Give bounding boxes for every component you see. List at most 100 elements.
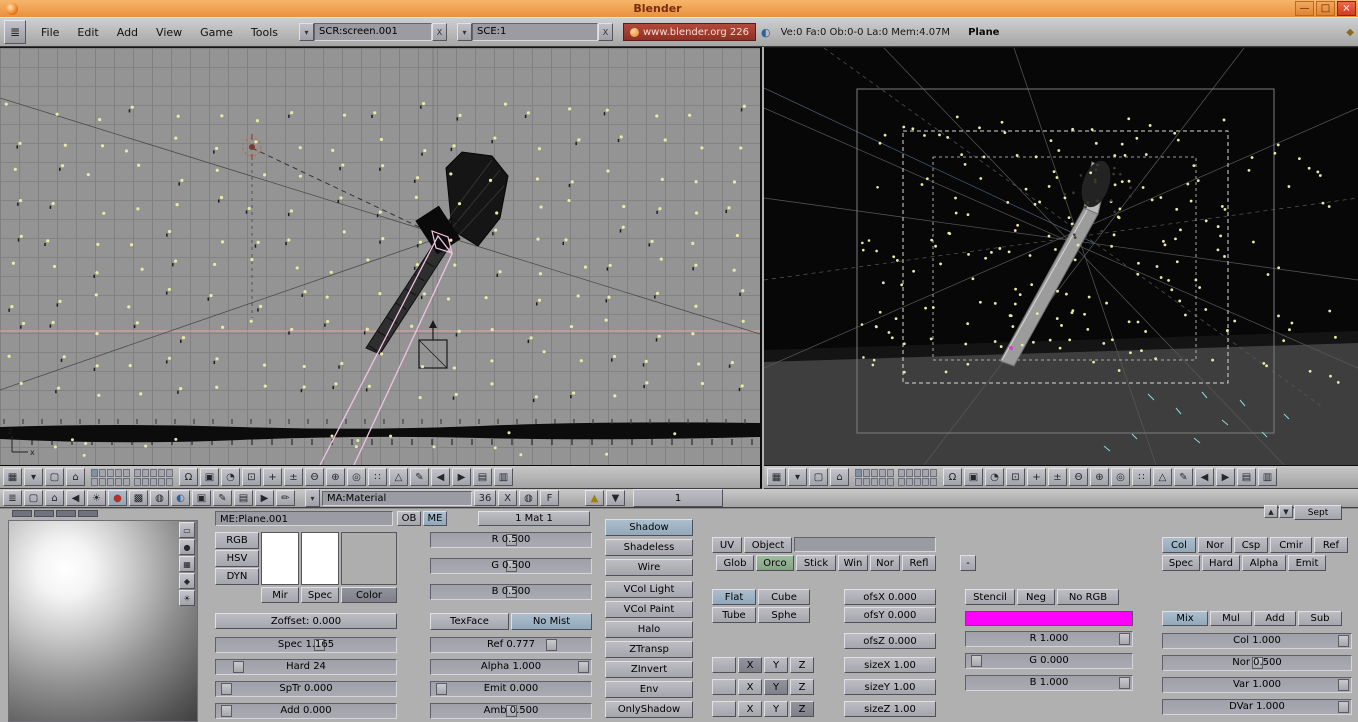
- mapto-hard-toggle[interactable]: Hard: [1202, 555, 1240, 571]
- color-swatch[interactable]: [261, 532, 299, 585]
- mesh-object-camera[interactable]: [999, 157, 1116, 367]
- tab-up-icon[interactable]: ▲: [1264, 505, 1278, 518]
- lock-icon[interactable]: Ω: [943, 468, 962, 486]
- axis-y3-button[interactable]: Y: [764, 701, 788, 717]
- ofsz-field[interactable]: ofsZ 0.000: [844, 633, 936, 649]
- mapto-spec-toggle[interactable]: Spec: [1162, 555, 1200, 571]
- axis-y1-button[interactable]: Y: [764, 657, 788, 673]
- sphe-button[interactable]: Sphe: [758, 607, 810, 623]
- particle-select-icon[interactable]: ∷: [368, 468, 387, 486]
- ztransp-toggle[interactable]: ZTransp: [605, 641, 693, 658]
- axis-blank-1[interactable]: [712, 657, 736, 673]
- mapto-color-swatch[interactable]: [965, 611, 1133, 626]
- spec-button[interactable]: Spec: [301, 587, 339, 603]
- object-icon[interactable]: ▣: [192, 490, 211, 506]
- window-type-icon[interactable]: ≣: [4, 20, 26, 44]
- step-back-icon[interactable]: ◀: [1195, 468, 1214, 486]
- hsv-mode-button[interactable]: HSV: [215, 550, 259, 567]
- manipulator-rotate-icon[interactable]: Θ: [305, 468, 324, 486]
- material-browse-icon[interactable]: ▾: [305, 489, 320, 507]
- editor-type-icon[interactable]: ▦: [767, 468, 786, 486]
- lamp-object[interactable]: [242, 134, 262, 160]
- world-icon[interactable]: ◐: [171, 490, 190, 506]
- mapto-g-slider[interactable]: G 0.000: [965, 653, 1133, 669]
- amb-slider[interactable]: Amb 0.500: [430, 703, 592, 719]
- lock-icon[interactable]: Ω: [179, 468, 198, 486]
- step-forward-icon[interactable]: ▶: [452, 468, 471, 486]
- add-blend-button[interactable]: Add: [1254, 611, 1296, 626]
- add-slider[interactable]: Add 0.000: [215, 703, 397, 719]
- editor-type-icon[interactable]: ▦: [3, 468, 22, 486]
- layers-widget[interactable]: [855, 468, 937, 486]
- manipulator-scale-icon[interactable]: ±: [284, 468, 303, 486]
- panel-tab-icon[interactable]: [78, 510, 98, 517]
- zinvert-toggle[interactable]: ZInvert: [605, 661, 693, 678]
- shadow-toggle[interactable]: Shadow: [605, 519, 693, 536]
- cube-button[interactable]: Cube: [758, 589, 810, 605]
- mesh-object[interactable]: [365, 151, 509, 355]
- home-icon[interactable]: ⌂: [45, 490, 64, 506]
- face-select-icon[interactable]: △: [1153, 468, 1172, 486]
- menu-add[interactable]: Add: [108, 26, 147, 39]
- scene-delete-button[interactable]: X: [598, 23, 613, 41]
- fake-user-button[interactable]: F: [540, 490, 559, 506]
- vcol-paint-toggle[interactable]: VCol Paint: [605, 601, 693, 618]
- menu-tools[interactable]: Tools: [242, 26, 287, 39]
- object-name-field[interactable]: [794, 537, 936, 552]
- face-select-icon[interactable]: △: [389, 468, 408, 486]
- mapto-nor-toggle[interactable]: Nor: [1198, 537, 1232, 553]
- b-slider[interactable]: B 0.500: [430, 584, 592, 600]
- g-slider[interactable]: G 0.500: [430, 558, 592, 574]
- axis-x1-button[interactable]: X: [738, 657, 762, 673]
- material-index-field[interactable]: 1 Mat 1: [478, 511, 590, 526]
- refl-button[interactable]: Refl: [902, 555, 936, 571]
- shadeless-toggle[interactable]: Shadeless: [605, 539, 693, 556]
- layers-widget[interactable]: [91, 468, 173, 486]
- axis-blank-2[interactable]: [712, 679, 736, 695]
- mode-icon[interactable]: ▣: [200, 468, 219, 486]
- snap-icon[interactable]: ⊕: [1090, 468, 1109, 486]
- draw-icon[interactable]: ✎: [410, 468, 429, 486]
- mir-button[interactable]: Mir: [261, 587, 299, 603]
- spec-slider[interactable]: Spec 1.165: [215, 637, 397, 653]
- mirror-swatch[interactable]: [341, 532, 397, 585]
- axis-z3-button[interactable]: Z: [790, 701, 814, 717]
- image-icon[interactable]: ▥: [1258, 468, 1277, 486]
- manipulator-scale-icon[interactable]: ±: [1048, 468, 1067, 486]
- render-preview-icon[interactable]: ▤: [473, 468, 492, 486]
- mul-button[interactable]: Mul: [1210, 611, 1252, 626]
- step-forward-icon[interactable]: ▶: [1216, 468, 1235, 486]
- panel-tab-icon[interactable]: [56, 510, 76, 517]
- link-me-button[interactable]: ME: [423, 511, 447, 526]
- axis-y2-button[interactable]: Y: [764, 679, 788, 695]
- render-preview-icon[interactable]: ▤: [1237, 468, 1256, 486]
- zoffset-field[interactable]: Zoffset: 0.000: [215, 613, 397, 629]
- viewport-right-canvas[interactable]: [764, 48, 1358, 465]
- pivot-icon[interactable]: ⊡: [242, 468, 261, 486]
- stick-button[interactable]: Stick: [796, 555, 836, 571]
- r-slider[interactable]: R 0.500: [430, 532, 592, 548]
- edit-icon[interactable]: ✎: [213, 490, 232, 506]
- material-icon[interactable]: ●: [108, 490, 127, 506]
- dyn-mode-button[interactable]: DYN: [215, 568, 259, 585]
- viewport-left-canvas[interactable]: z x: [0, 48, 760, 465]
- rgb-mode-button[interactable]: RGB: [215, 532, 259, 549]
- menu-edit[interactable]: Edit: [68, 26, 107, 39]
- version-button[interactable]: www.blender.org 226: [623, 23, 756, 41]
- vcol-light-toggle[interactable]: VCol Light: [605, 581, 693, 598]
- panel-tab-icon[interactable]: [12, 510, 32, 517]
- home-icon[interactable]: ⌂: [66, 468, 85, 486]
- menu-game[interactable]: Game: [191, 26, 242, 39]
- mapto-emit-toggle[interactable]: Emit: [1288, 555, 1326, 571]
- orco-button[interactable]: Orco: [756, 555, 794, 571]
- mapto-r-slider[interactable]: R 1.000: [965, 631, 1133, 647]
- nor-amount-slider[interactable]: Nor 0.500: [1162, 655, 1352, 671]
- home-icon[interactable]: ⌂: [830, 468, 849, 486]
- halo-toggle[interactable]: Halo: [605, 621, 693, 638]
- panel-tab-icon[interactable]: [34, 510, 54, 517]
- var-amount-slider[interactable]: Var 1.000: [1162, 677, 1352, 693]
- mesh-name-field[interactable]: ME:Plane.001: [215, 511, 393, 526]
- tab-down-icon[interactable]: ▼: [1279, 505, 1293, 518]
- preview-cube-icon[interactable]: ▦: [179, 556, 195, 572]
- texface-button[interactable]: TexFace: [430, 613, 509, 630]
